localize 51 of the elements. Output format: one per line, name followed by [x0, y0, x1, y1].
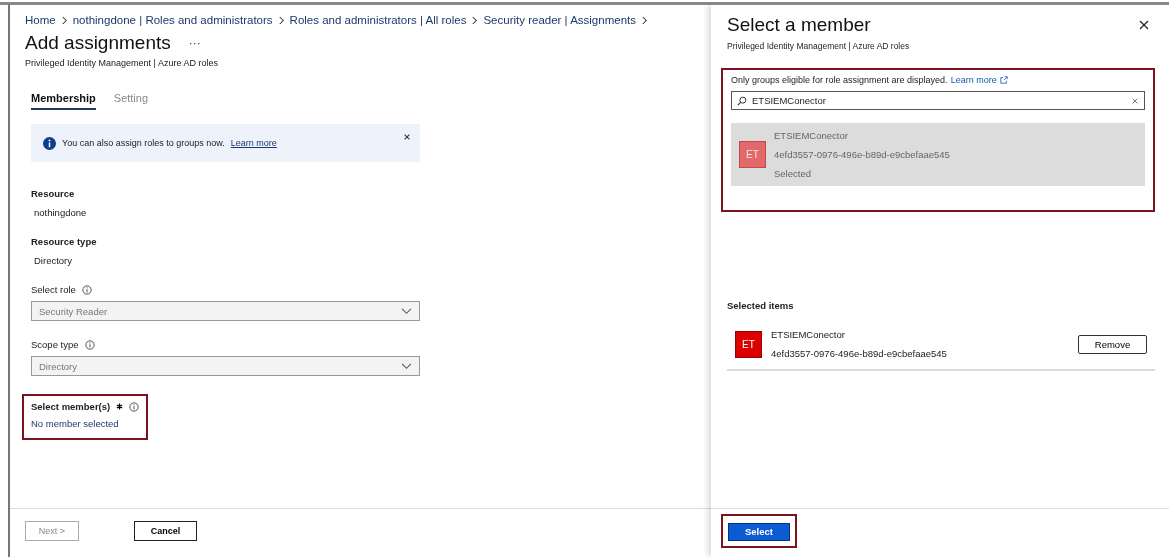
breadcrumb-link[interactable]: nothingdone | Roles and administrators — [72, 14, 273, 26]
close-icon[interactable] — [403, 133, 411, 141]
avatar-icon: ET — [739, 141, 766, 168]
chevron-down-icon — [401, 307, 412, 315]
panel-title: Select a member — [727, 14, 871, 36]
field-value: Directory — [34, 255, 73, 266]
chevron-icon — [277, 15, 285, 25]
chevron-icon — [471, 15, 479, 25]
select-button[interactable]: Select — [728, 522, 790, 541]
info-icon — [129, 401, 140, 412]
tab[interactable]: Membership — [31, 92, 96, 110]
field-label: Resource — [31, 188, 76, 199]
search-icon — [737, 95, 747, 106]
field-label: Resource type — [31, 236, 98, 247]
page-subtitle: Privileged Identity Management | Azure AD roles — [25, 58, 219, 68]
breadcrumb-link[interactable]: Home — [25, 14, 56, 26]
avatar-icon: ET — [735, 330, 762, 358]
result-item[interactable]: ET ETSIEMConector 4efd3557-0976-496e-b89d-e9cbefaae545 Selected — [731, 123, 1145, 186]
external-link-icon — [999, 76, 1008, 84]
field-value: nothingdone — [34, 207, 88, 218]
field-label: Select role — [31, 284, 76, 295]
remove-button[interactable]: Remove — [1078, 334, 1147, 354]
learn-more-link[interactable]: Learn more — [950, 75, 997, 85]
status-text: Selected — [774, 168, 812, 179]
info-icon — [43, 136, 56, 150]
info-icon — [84, 339, 95, 350]
field-label: Select member(s) — [31, 401, 111, 412]
breadcrumb-link[interactable]: Security reader | Assignments — [483, 14, 636, 26]
search-field[interactable]: ETSIEMConector — [731, 91, 1145, 110]
chevron-icon — [641, 15, 648, 25]
group-name: ETSIEMConector — [774, 130, 849, 141]
clear-icon[interactable] — [1131, 96, 1139, 105]
tab[interactable]: Setting — [113, 92, 149, 110]
page-title: Add assignments — [25, 32, 171, 54]
banner-text: You can also assign roles to groups now. — [62, 138, 225, 148]
group-id: 4efd3557-0976-496e-b89d-e9cbefaae545 — [774, 149, 950, 160]
close-icon[interactable] — [1139, 20, 1149, 30]
group-id: 4efd3557-0976-496e-b89d-e9cbefaae545 — [771, 348, 948, 359]
learn-more-link[interactable]: Learn more — [230, 138, 277, 148]
group-name: ETSIEMConector — [771, 329, 846, 340]
section-heading: Selected items — [727, 300, 795, 311]
breadcrumb-link[interactable]: Roles and administrators | All roles — [289, 14, 467, 26]
field-label: Scope type — [31, 339, 79, 350]
chevron-down-icon — [401, 362, 412, 370]
select-members-link[interactable]: No member selected — [31, 418, 140, 429]
notice-text: Only groups eligible for role assignment are displayed. — [731, 75, 948, 85]
panel-subtitle: Privileged Identity Management | Azure AD roles — [727, 41, 911, 51]
more-button[interactable]: ··· — [188, 36, 201, 50]
chevron-icon — [60, 15, 68, 25]
footer-button[interactable]: Cancel — [134, 521, 197, 541]
info-icon — [81, 284, 92, 295]
